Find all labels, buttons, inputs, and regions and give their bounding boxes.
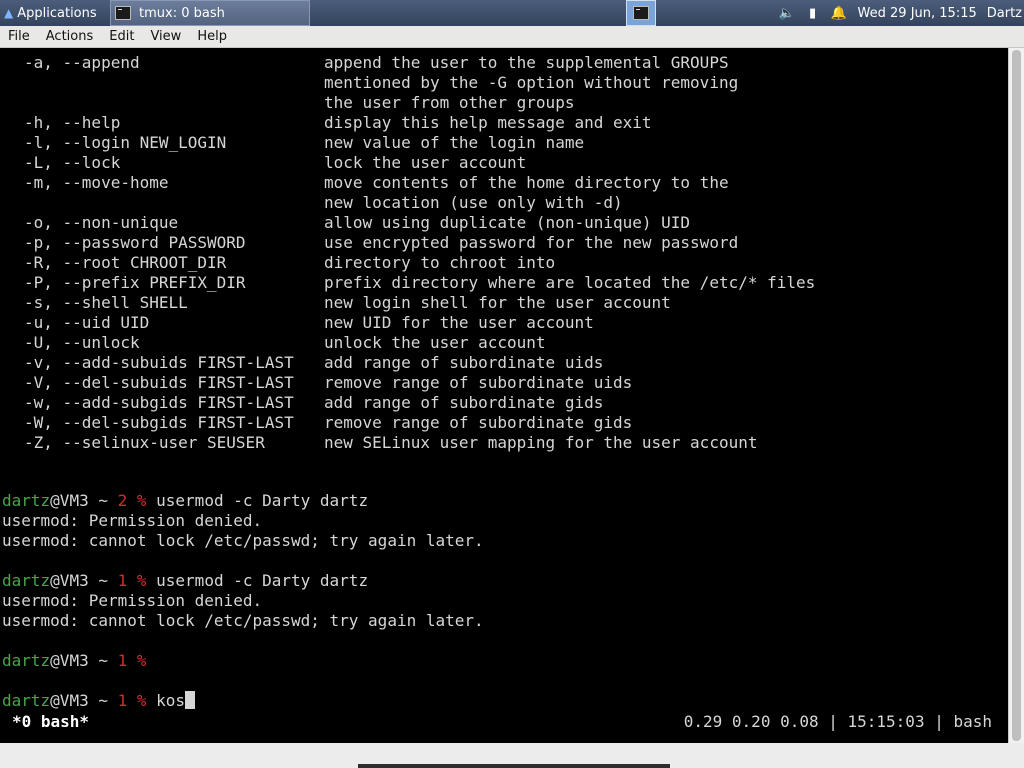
option-flag: -R, --root CHROOT_DIR	[24, 253, 227, 272]
prompt-exit-code: 1 %	[117, 691, 147, 710]
option-description: mentioned by the -G option without remov…	[324, 73, 739, 92]
option-flag: -w, --add-subgids FIRST-LAST	[24, 393, 294, 412]
option-flag: -l, --login NEW_LOGIN	[24, 133, 227, 152]
option-description: unlock the user account	[324, 333, 546, 352]
prompt-exit-code: 1 %	[117, 571, 147, 590]
option-flag: -v, --add-subuids FIRST-LAST	[24, 353, 294, 372]
option-description: move contents of the home directory to t…	[324, 173, 729, 192]
option-flag: -P, --prefix PREFIX_DIR	[24, 273, 246, 292]
option-description: new value of the login name	[324, 133, 585, 152]
option-description: directory to chroot into	[324, 253, 556, 272]
scrollbar-thumb[interactable]	[1012, 50, 1021, 741]
tmux-status-right: 0.29 0.20 0.08 | 15:15:03 | bash	[683, 712, 992, 731]
prompt-exit-code: 1 %	[117, 651, 147, 670]
menu-help[interactable]: Help	[189, 29, 235, 44]
command-text: usermod -c Darty dartz	[146, 491, 369, 510]
applications-menu-icon: ▲	[4, 6, 14, 20]
menu-edit[interactable]: Edit	[101, 29, 142, 44]
option-flag: -m, --move-home	[24, 173, 169, 192]
prompt-line: dartz@VM3 ~ 2 % usermod -c Darty dartz	[2, 491, 368, 511]
prompt-user: dartz	[2, 691, 51, 710]
prompt-host: @VM3 ~	[50, 691, 118, 710]
command-output-line: usermod: Permission denied.	[2, 511, 263, 530]
prompt-host: @VM3 ~	[50, 651, 118, 670]
option-description: use encrypted password for the new passw…	[324, 233, 739, 252]
option-flag: -u, --uid UID	[24, 313, 150, 332]
prompt-user: dartz	[2, 491, 51, 510]
option-flag: -V, --del-subuids FIRST-LAST	[24, 373, 294, 392]
command-output-line: usermod: cannot lock /etc/passwd; try ag…	[2, 611, 484, 630]
option-description: new location (use only with -d)	[324, 193, 623, 212]
prompt-line: dartz@VM3 ~ 1 %	[2, 651, 147, 671]
menu-file[interactable]: File	[0, 29, 38, 44]
tmux-window-list: *0 bash*	[12, 712, 90, 731]
option-flag: -h, --help	[24, 113, 121, 132]
terminal-menubar: File Actions Edit View Help	[0, 26, 1024, 48]
terminal-output[interactable]: -a, --append append the user to the suppl…	[0, 48, 1008, 743]
command-input-text[interactable]: kos	[147, 691, 185, 710]
taskbar-terminal-label: tmux: 0 bash	[139, 5, 225, 21]
command-output-line: usermod: cannot lock /etc/passwd; try ag…	[2, 531, 484, 550]
top-panel: ▲ Applications tmux: 0 bash 🔈 ▮ 🔔 Wed 29…	[0, 0, 1024, 26]
applications-label: Applications	[17, 5, 97, 21]
workspace-terminal-icon	[633, 6, 649, 20]
volume-icon[interactable]: 🔈	[774, 6, 800, 21]
option-description: lock the user account	[324, 153, 527, 172]
option-flag: -a, --append	[24, 53, 140, 72]
option-flag: -o, --non-unique	[24, 213, 179, 232]
prompt-host: @VM3 ~	[50, 571, 118, 590]
option-description: display this help message and exit	[324, 113, 652, 132]
option-flag: -L, --lock	[24, 153, 121, 172]
menu-view[interactable]: View	[142, 29, 189, 44]
taskbar-terminal-button[interactable]: tmux: 0 bash	[110, 0, 310, 26]
option-description: add range of subordinate gids	[324, 393, 604, 412]
prompt-user: dartz	[2, 651, 51, 670]
option-description: append the user to the supplemental GROU…	[324, 53, 729, 72]
panel-clock[interactable]: Wed 29 Jun, 15:15	[858, 6, 977, 21]
menu-actions[interactable]: Actions	[38, 29, 102, 44]
option-description: remove range of subordinate uids	[324, 373, 633, 392]
option-flag: -p, --password PASSWORD	[24, 233, 246, 252]
option-description: new login shell for the user account	[324, 293, 671, 312]
terminal-scrollbar[interactable]	[1008, 48, 1024, 743]
text-cursor	[185, 691, 196, 709]
prompt-line: dartz@VM3 ~ 1 % usermod -c Darty dartz	[2, 571, 368, 591]
current-prompt-line[interactable]: dartz@VM3 ~ 1 % kos	[2, 691, 196, 711]
option-flag: -Z, --selinux-user SEUSER	[24, 433, 265, 452]
system-tray: 🔈 ▮ 🔔 Wed 29 Jun, 15:15 Dartz	[774, 0, 1024, 26]
option-description: new UID for the user account	[324, 313, 594, 332]
option-description: allow using duplicate (non-unique) UID	[324, 213, 691, 232]
command-output-line: usermod: Permission denied.	[2, 591, 263, 610]
bottom-panel-handle	[358, 764, 670, 768]
option-description: prefix directory where are located the /…	[324, 273, 816, 292]
applications-menu-button[interactable]: ▲ Applications	[0, 0, 112, 26]
bottom-strip	[0, 743, 1024, 768]
option-flag: -W, --del-subgids FIRST-LAST	[24, 413, 294, 432]
prompt-host: @VM3 ~	[50, 491, 118, 510]
option-description: add range of subordinate uids	[324, 353, 604, 372]
option-description: the user from other groups	[324, 93, 575, 112]
battery-icon[interactable]: ▮	[800, 6, 826, 21]
option-description: remove range of subordinate gids	[324, 413, 633, 432]
prompt-exit-code: 2 %	[117, 491, 147, 510]
command-text: usermod -c Darty dartz	[146, 571, 369, 590]
workspace-switcher-button[interactable]	[626, 0, 656, 26]
notification-bell-icon[interactable]: 🔔	[826, 6, 852, 21]
option-description: new SELinux user mapping for the user ac…	[324, 433, 758, 452]
option-flag: -U, --unlock	[24, 333, 140, 352]
terminal-icon	[115, 6, 131, 20]
panel-user-menu[interactable]: Dartz	[987, 6, 1022, 21]
option-flag: -s, --shell SHELL	[24, 293, 188, 312]
prompt-user: dartz	[2, 571, 51, 590]
